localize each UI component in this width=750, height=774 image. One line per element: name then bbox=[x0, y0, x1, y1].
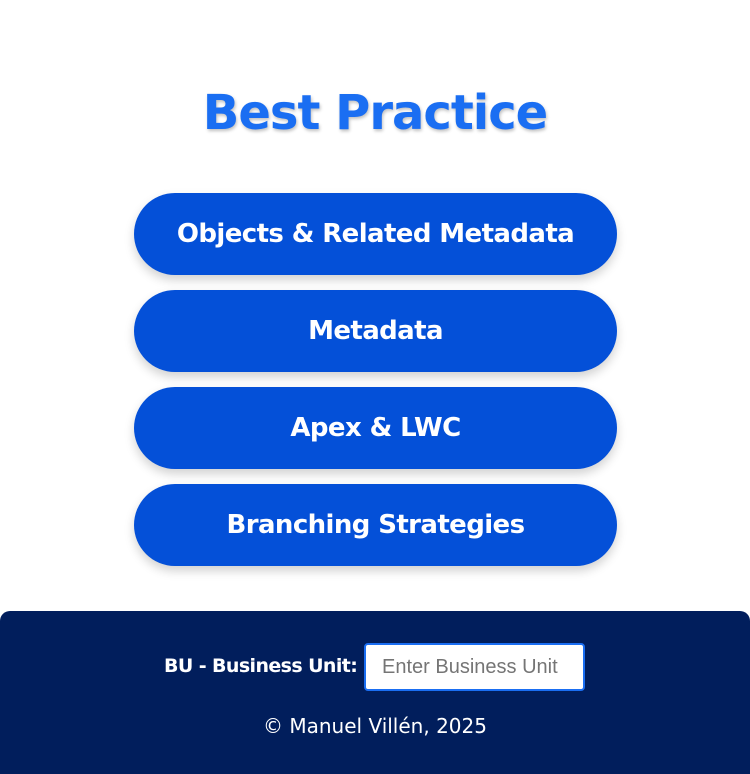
objects-related-metadata-button[interactable]: Objects & Related Metadata bbox=[134, 193, 617, 275]
business-unit-input[interactable] bbox=[364, 643, 585, 691]
branching-strategies-button[interactable]: Branching Strategies bbox=[134, 484, 617, 566]
best-practice-menu: Objects & Related Metadata Metadata Apex… bbox=[134, 193, 617, 581]
business-unit-row: BU - Business Unit: bbox=[0, 643, 750, 693]
copyright-text: © Manuel Villén, 2025 bbox=[263, 714, 487, 738]
footer: BU - Business Unit: © Manuel Villén, 202… bbox=[0, 611, 750, 774]
business-unit-label: BU - Business Unit: bbox=[164, 655, 358, 677]
page: Best Practice Objects & Related Metadata… bbox=[0, 0, 750, 774]
apex-lwc-button[interactable]: Apex & LWC bbox=[134, 387, 617, 469]
metadata-button[interactable]: Metadata bbox=[134, 290, 617, 372]
page-title: Best Practice bbox=[202, 85, 548, 141]
